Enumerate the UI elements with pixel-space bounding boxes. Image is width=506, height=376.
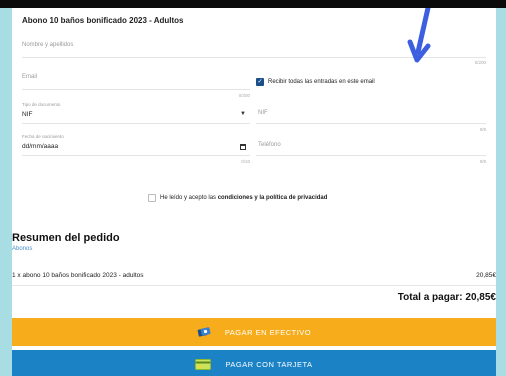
terms-link[interactable]: condiciones y la política de privacidad bbox=[218, 195, 328, 201]
calendar-icon[interactable] bbox=[240, 144, 246, 150]
checkout-form-card: Abono 10 baños bonificado 2023 - Adultos… bbox=[12, 8, 496, 376]
order-line-item: 1 x abono 10 baños bonificado 2023 - adu… bbox=[12, 272, 144, 279]
phone-placeholder: Teléfono bbox=[258, 142, 281, 148]
chevron-down-icon: ▼ bbox=[240, 111, 246, 117]
receive-emails-label: Recibir todas las entradas en este email bbox=[268, 79, 375, 85]
terms-label: He leído y acepto las condiciones y la p… bbox=[160, 195, 328, 201]
window-top-bar bbox=[0, 0, 506, 8]
cash-icon bbox=[197, 326, 211, 338]
email-placeholder: Email bbox=[22, 74, 38, 80]
checkbox-checked-icon[interactable]: ✓ bbox=[256, 78, 264, 86]
email-counter: 0/200 bbox=[238, 93, 250, 98]
total-to-pay: Total a pagar: 20,85€ bbox=[397, 292, 496, 303]
birth-date-counter: 0/10 bbox=[241, 159, 250, 164]
name-counter: 0/200 bbox=[474, 60, 486, 65]
checkbox-unchecked-icon[interactable] bbox=[148, 194, 156, 202]
birth-date-value: dd/mm/aaaa bbox=[22, 143, 59, 150]
nif-counter: 0/9 bbox=[479, 127, 486, 132]
order-summary-subtitle: Abonos bbox=[12, 246, 33, 252]
document-type-select[interactable]: Tipo de documento NIF ▼ bbox=[22, 102, 250, 124]
birth-date-field[interactable]: Fecha de nacimiento dd/mm/aaaa 0/10 bbox=[22, 134, 250, 164]
credit-card-icon bbox=[195, 358, 212, 370]
pay-cash-label: PAGAR EN EFECTIVO bbox=[224, 327, 312, 337]
order-summary-title: Resumen del pedido bbox=[12, 232, 120, 244]
terms-checkbox-row[interactable]: He leído y acepto las condiciones y la p… bbox=[148, 194, 327, 202]
nif-placeholder: NIF bbox=[258, 110, 268, 116]
annotation-arrow-icon bbox=[407, 8, 431, 63]
document-type-value: NIF bbox=[22, 111, 33, 118]
order-line-price: 20,85€ bbox=[476, 272, 496, 279]
document-type-label: Tipo de documento bbox=[22, 102, 61, 107]
phone-counter: 0/9 bbox=[479, 159, 486, 164]
pay-cash-button[interactable]: PAGAR EN EFECTIVO bbox=[12, 318, 496, 346]
divider bbox=[12, 285, 496, 286]
email-field[interactable]: Email 0/200 bbox=[22, 72, 250, 98]
name-placeholder: Nombre y apellidos bbox=[22, 42, 74, 48]
birth-date-label: Fecha de nacimiento bbox=[22, 134, 64, 139]
product-title: Abono 10 baños bonificado 2023 - Adultos bbox=[22, 16, 184, 25]
receive-emails-checkbox-row[interactable]: ✓ Recibir todas las entradas en este ema… bbox=[256, 78, 375, 86]
pay-card-label: PAGAR CON TARJETA bbox=[225, 359, 313, 369]
pay-card-button[interactable]: PAGAR CON TARJETA bbox=[12, 350, 496, 376]
nif-field[interactable]: NIF 0/9 bbox=[256, 108, 486, 132]
phone-field[interactable]: Teléfono 0/9 bbox=[256, 140, 486, 164]
